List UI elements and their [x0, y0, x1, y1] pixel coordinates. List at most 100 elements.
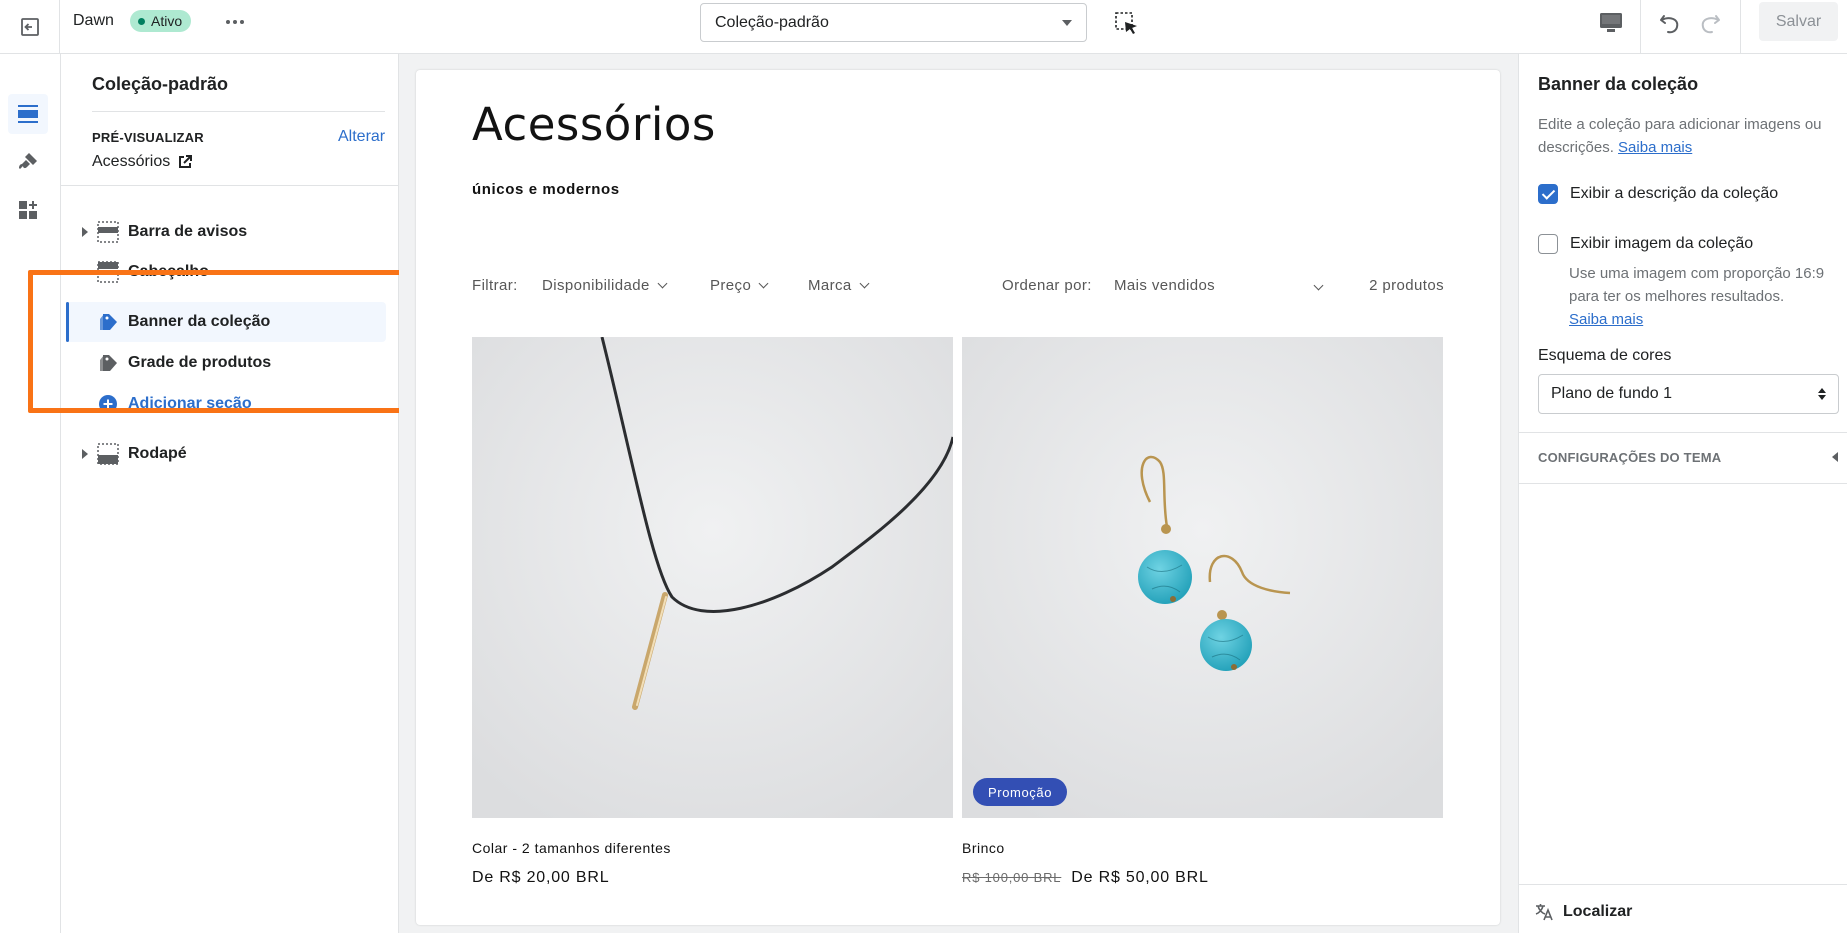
annotation-highlight — [28, 270, 416, 413]
undo-icon — [1660, 15, 1679, 34]
theme-settings-toggle[interactable]: CONFIGURAÇÕES DO TEMA — [1538, 450, 1838, 465]
product-count: 2 produtos — [1369, 277, 1444, 294]
status-badge: Ativo — [130, 10, 192, 32]
footer-group-icon — [97, 443, 119, 465]
divider — [92, 111, 385, 112]
desktop-icon — [1600, 13, 1622, 32]
filter-price-label: Preço — [710, 277, 752, 294]
divider — [1740, 0, 1741, 54]
image-help-body: Use uma imagem com proporção 16:9 para t… — [1569, 265, 1825, 305]
apps-tab[interactable] — [8, 190, 48, 230]
color-scheme-label: Esquema de cores — [1538, 347, 1672, 364]
select-arrows-icon — [1818, 388, 1826, 400]
sort-select[interactable]: Mais vendidos — [1114, 277, 1324, 294]
product-price: De R$ 20,00 BRL — [472, 869, 610, 886]
show-description-label: Exibir a descrição da coleção — [1570, 185, 1779, 202]
show-image-label: Exibir imagem da coleção — [1570, 235, 1754, 252]
color-scheme-select[interactable]: Plano de fundo 1 — [1538, 374, 1839, 414]
settings-info: Edite a coleção para adicionar imagens o… — [1538, 113, 1838, 159]
divider — [61, 185, 398, 186]
filter-availability[interactable]: Disponibilidade — [542, 277, 668, 294]
product-old-price: R$ 100,00 BRL — [962, 870, 1062, 885]
section-footer[interactable]: Rodapé — [61, 434, 398, 474]
show-description-checkbox[interactable] — [1538, 184, 1558, 204]
settings-title: Banner da coleção — [1538, 74, 1699, 94]
filter-price[interactable]: Preço — [710, 277, 769, 294]
collapse-arrow-icon — [1832, 452, 1838, 462]
translate-icon — [1535, 904, 1553, 921]
exit-editor-button[interactable] — [0, 0, 60, 54]
collection-title: Acessórios — [472, 98, 716, 151]
necklace-image — [472, 337, 953, 818]
preview-label: PRÉ-VISUALIZAR — [92, 130, 204, 145]
theme-name: Dawn — [73, 12, 114, 29]
theme-settings-label: CONFIGURAÇÕES DO TEMA — [1538, 450, 1722, 465]
show-image-checkbox[interactable] — [1538, 234, 1558, 254]
divider — [1519, 884, 1847, 885]
preview-collection-name: Acessórios — [92, 153, 171, 170]
sort-label: Ordenar por: — [1002, 277, 1092, 294]
filter-brand-label: Marca — [808, 277, 852, 294]
learn-more-link[interactable]: Saiba mais — [1618, 139, 1692, 156]
product-title[interactable]: Colar - 2 tamanhos diferentes — [472, 840, 671, 856]
undo-button[interactable] — [1655, 8, 1685, 38]
localize-button[interactable]: Localizar — [1534, 902, 1632, 922]
inspector-toggle-button[interactable] — [1113, 10, 1141, 38]
caret-down-icon — [1062, 19, 1072, 26]
sections-tab[interactable] — [8, 94, 48, 134]
preview-collection[interactable]: Acessórios — [92, 153, 193, 171]
product-price: De R$ 50,00 BRL — [1071, 869, 1209, 886]
section-label: Rodapé — [128, 445, 187, 462]
product-title[interactable]: Brinco — [962, 840, 1005, 856]
filter-brand[interactable]: Marca — [808, 277, 870, 294]
save-button[interactable]: Salvar — [1759, 2, 1838, 41]
panel-title: Coleção-padrão — [92, 74, 229, 94]
chevron-down-icon — [1313, 280, 1324, 291]
more-actions-button[interactable] — [223, 12, 247, 32]
filter-availability-label: Disponibilidade — [542, 277, 650, 294]
section-settings-panel: Banner da coleção Edite a coleção para a… — [1518, 54, 1847, 933]
show-image-option[interactable]: Exibir imagem da coleção — [1538, 234, 1753, 254]
filter-label: Filtrar: — [472, 277, 518, 294]
change-preview-link[interactable]: Alterar — [338, 128, 385, 146]
status-badge-label: Ativo — [151, 13, 183, 29]
exit-icon — [20, 18, 39, 36]
learn-more-link[interactable]: Saiba mais — [1569, 311, 1643, 328]
divider — [1519, 483, 1847, 484]
expand-arrow-icon[interactable] — [82, 227, 88, 237]
product-card[interactable]: Promoção Brinco R$ 100,00 BRL De R$ 50,00… — [962, 337, 1443, 886]
inspector-icon — [1115, 12, 1137, 34]
expand-arrow-icon[interactable] — [82, 449, 88, 459]
template-select[interactable]: Coleção-padrão — [700, 3, 1087, 42]
storefront-preview: Acessórios únicos e modernos Filtrar: Di… — [416, 70, 1500, 925]
localize-label: Localizar — [1563, 903, 1633, 920]
product-image-necklace[interactable] — [472, 337, 953, 818]
status-dot-icon — [138, 17, 145, 25]
product-price-group: R$ 100,00 BRL De R$ 50,00 BRL — [962, 869, 1209, 887]
top-bar: Dawn Ativo Coleção-padrão Salvar — [0, 0, 1847, 54]
chevron-down-icon — [859, 278, 870, 289]
show-description-option[interactable]: Exibir a descrição da coleção — [1538, 184, 1778, 204]
chevron-down-icon — [657, 278, 668, 289]
redo-button[interactable] — [1695, 8, 1725, 38]
header-group-icon — [97, 221, 119, 243]
desktop-view-button[interactable] — [1594, 9, 1628, 37]
chevron-down-icon — [758, 278, 769, 289]
add-block-icon — [19, 201, 37, 219]
template-select-value: Coleção-padrão — [715, 13, 829, 31]
redo-icon — [1701, 15, 1720, 34]
icon-rail — [0, 54, 61, 933]
divider — [1519, 432, 1847, 433]
product-image-earrings[interactable]: Promoção — [962, 337, 1443, 818]
preview-area: Acessórios únicos e modernos Filtrar: Di… — [399, 54, 1518, 933]
paintbrush-icon — [19, 153, 37, 169]
theme-settings-tab[interactable] — [8, 142, 48, 182]
product-card[interactable]: Colar - 2 tamanhos diferentes De R$ 20,0… — [472, 337, 953, 886]
image-help-text: Use uma imagem com proporção 16:9 para t… — [1569, 262, 1844, 331]
collection-description: únicos e modernos — [472, 181, 620, 198]
sale-badge: Promoção — [973, 778, 1068, 806]
section-label: Barra de avisos — [128, 223, 248, 240]
sections-icon — [18, 105, 38, 123]
sections-panel: Coleção-padrão PRÉ-VISUALIZAR Alterar Ac… — [61, 54, 399, 933]
section-announcement-bar[interactable]: Barra de avisos — [61, 212, 398, 252]
